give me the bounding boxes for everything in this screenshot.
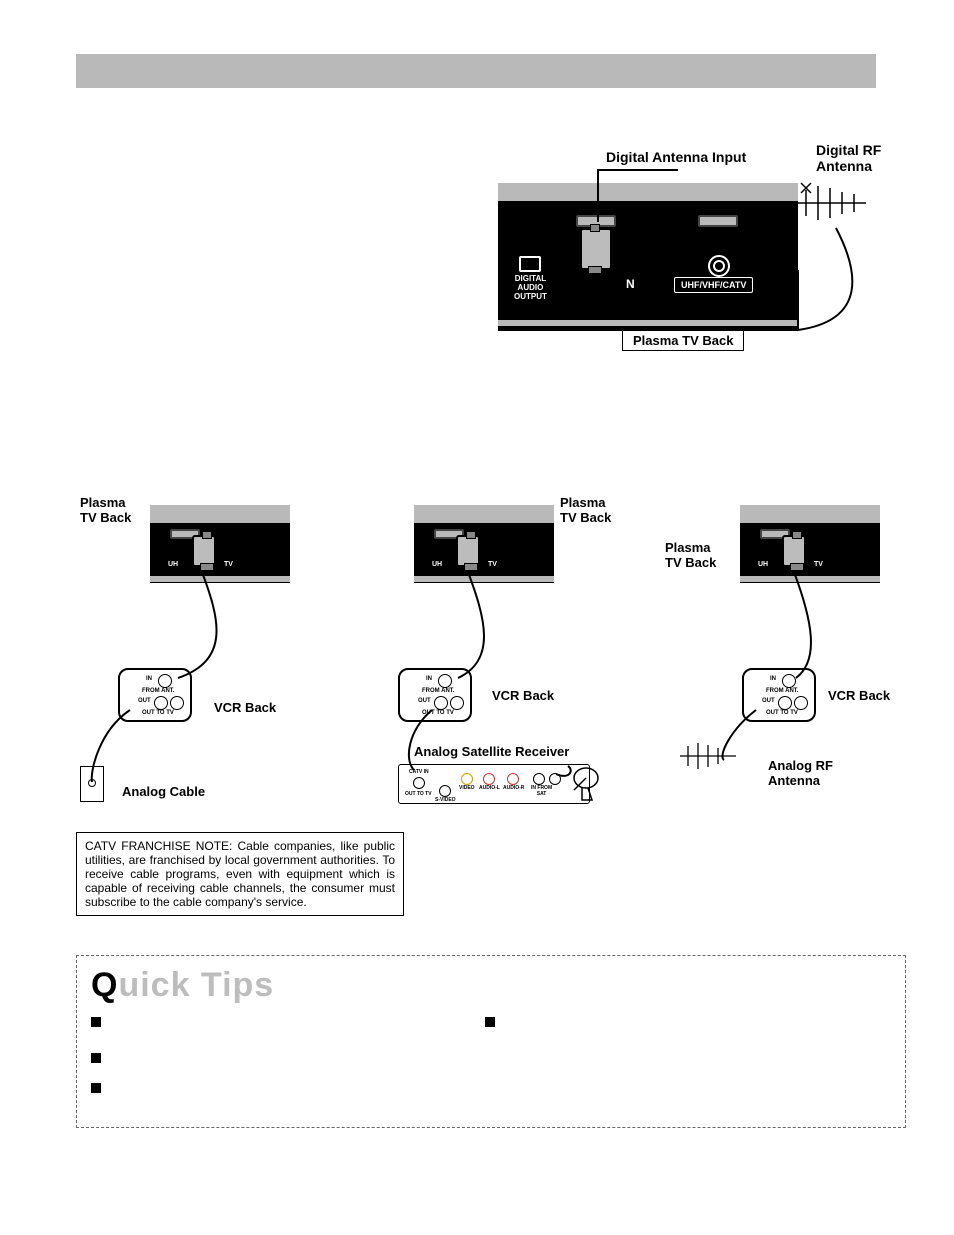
bullet-icon bbox=[485, 1017, 495, 1027]
label-plasma-tv-back-b-l2: TV Back bbox=[560, 510, 611, 525]
wire-fig-c bbox=[700, 560, 900, 810]
label-plasma-tv-back-b-l1: Plasma bbox=[560, 495, 611, 510]
coax-connector-icon bbox=[192, 535, 216, 567]
quick-tips-heading: Quick Tips bbox=[91, 966, 891, 1005]
label-plasma-tv-back-a-l2: TV Back bbox=[80, 510, 131, 525]
quick-tips-box: Quick Tips bbox=[76, 955, 906, 1128]
label-plasma-tv-back-c-l1: Plasma bbox=[665, 540, 716, 555]
header-bar bbox=[76, 54, 876, 88]
bullet-icon bbox=[91, 1017, 101, 1027]
coax-connector-icon bbox=[456, 535, 480, 567]
wire-fig-a bbox=[80, 560, 300, 810]
catv-franchise-note: CATV FRANCHISE NOTE: Cable companies, li… bbox=[76, 832, 404, 916]
coax-connector-icon bbox=[782, 535, 806, 567]
coax-connector-icon bbox=[580, 228, 612, 270]
bullet-icon bbox=[91, 1083, 101, 1093]
bullet-icon bbox=[91, 1053, 101, 1063]
catv-note-text: CATV FRANCHISE NOTE: Cable companies, li… bbox=[85, 839, 395, 909]
label-plasma-tv-back-a-l1: Plasma bbox=[80, 495, 131, 510]
wire-fig-b bbox=[398, 560, 618, 820]
wire-antenna-to-tv bbox=[498, 150, 878, 360]
